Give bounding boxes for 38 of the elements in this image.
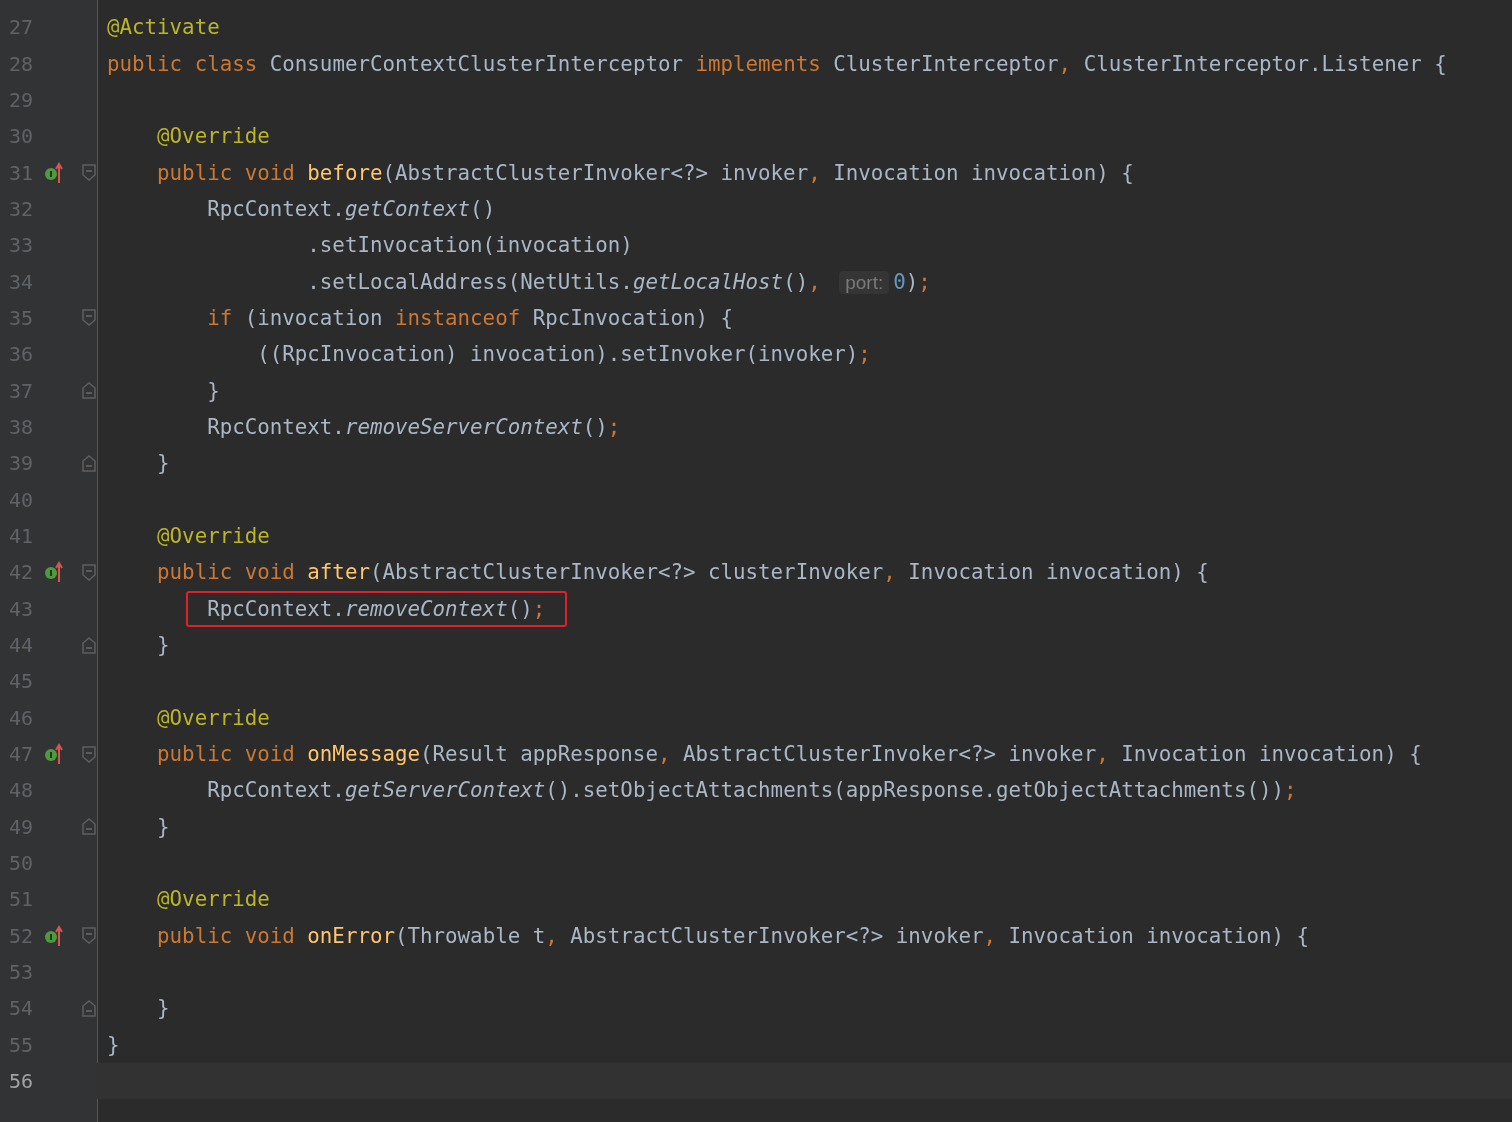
code-line: @Override <box>156 523 271 550</box>
fold-icon[interactable] <box>81 926 97 946</box>
override-marker-icon[interactable] <box>44 561 66 584</box>
code-line: @Override <box>156 704 271 732</box>
code-line: .setInvocation(invocation) <box>306 232 634 260</box>
fold-end-icon[interactable] <box>81 381 97 401</box>
code-line: RpcContext.removeServerContext(); <box>206 413 622 441</box>
fold-icon[interactable] <box>81 308 97 328</box>
code-line: if (invocation instanceof RpcInvocation) { <box>206 304 735 332</box>
code-line: RpcContext.getServerContext().setObjectAttachments(appResponse.getObjectAttachments()); <box>206 777 1298 805</box>
code-line: } <box>156 632 171 659</box>
code-line: public void onError(Throwable t, AbstractClusterInvoker<?> invoker, Invocation invocation) { <box>156 922 1310 950</box>
code-line: @Activate <box>106 14 221 42</box>
code-line: } <box>206 377 221 405</box>
line-number: 56 <box>7 1069 33 1094</box>
code-line: } <box>156 813 171 841</box>
code-line: .setLocalAddress(NetUtils.getLocalHost(), port: 0); <box>306 268 932 296</box>
code-line: } <box>156 450 171 478</box>
code-line: public void after(AbstractClusterInvoker<?> clusterInvoker, Invocation invocation) { <box>156 559 1210 587</box>
fold-icon[interactable] <box>81 562 97 582</box>
code-line: public void before(AbstractClusterInvoker<?> invoker, Invocation invocation) { <box>156 159 1135 187</box>
code-line: public class ConsumerContextClusterInterceptor implements ClusterInterceptor, ClusterInterceptor.Listener { <box>106 50 1448 78</box>
code-line: @Override <box>156 123 271 151</box>
override-marker-icon[interactable] <box>44 924 66 947</box>
code-line: } <box>106 1031 121 1059</box>
code-line: ((RpcInvocation) invocation).setInvoker(invoker); <box>256 341 872 369</box>
fold-end-icon[interactable] <box>81 817 97 837</box>
fold-end-icon[interactable] <box>81 635 97 655</box>
code-line: public void onMessage(Result appResponse, AbstractClusterInvoker<?> invoker, Invocation invocation) { <box>156 741 1423 769</box>
override-marker-icon[interactable] <box>44 161 66 184</box>
code-line: @Override <box>156 886 271 914</box>
override-marker-icon[interactable] <box>44 743 66 766</box>
fold-end-icon[interactable] <box>81 998 97 1018</box>
fold-icon[interactable] <box>81 163 97 183</box>
fold-end-icon[interactable] <box>81 453 97 473</box>
code-line: RpcContext.getContext() <box>206 195 497 223</box>
fold-icon[interactable] <box>81 744 97 764</box>
code-line: } <box>156 995 171 1023</box>
